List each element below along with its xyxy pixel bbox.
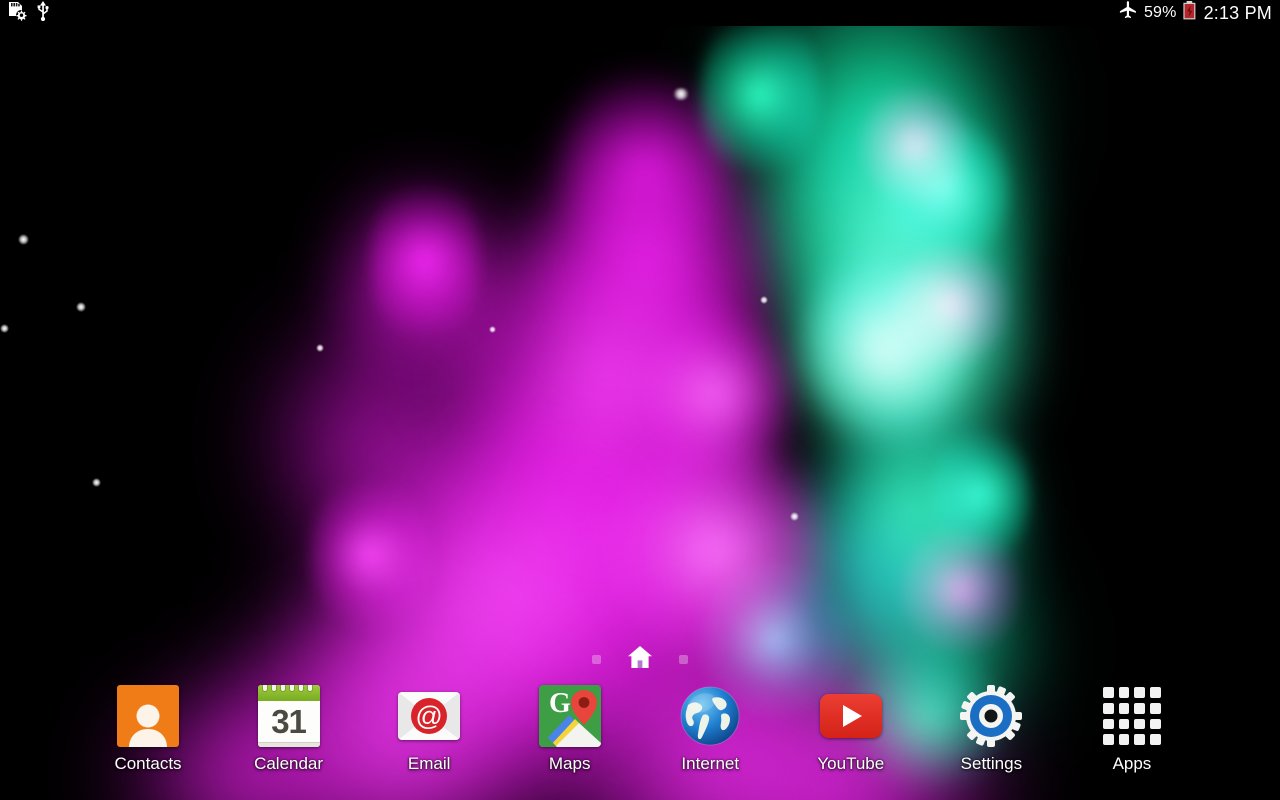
dock-item-settings[interactable]: Settings: [947, 684, 1035, 772]
status-bar-left-icons: [6, 0, 51, 26]
email-icon[interactable]: @: [397, 684, 461, 748]
wallpaper-sparkle: [672, 88, 690, 100]
wallpaper-sparkle: [92, 478, 101, 487]
calendar-day-number: 31: [271, 702, 307, 740]
dock-label-contacts: Contacts: [114, 754, 182, 773]
wallpaper-sparkle: [790, 512, 799, 521]
page-dot-left[interactable]: [592, 654, 601, 664]
dock-item-internet[interactable]: Internet: [666, 684, 754, 772]
airplane-mode-icon: [1117, 0, 1139, 26]
wallpaper[interactable]: [0, 0, 1280, 800]
wallpaper-sparkle: [316, 344, 324, 352]
page-indicator: [0, 645, 1280, 674]
status-bar[interactable]: 59% 2:13 PM: [0, 0, 1280, 26]
apps-grid-icon[interactable]: [1100, 684, 1164, 748]
battery-low-icon: [1182, 1, 1197, 25]
sd-card-settings-icon: [6, 1, 28, 26]
dock-item-apps[interactable]: Apps: [1088, 684, 1176, 772]
dock-label-maps: Maps: [548, 754, 591, 773]
wallpaper-sparkle: [760, 296, 768, 304]
wallpaper-sparkle: [0, 324, 9, 333]
page-dot-right[interactable]: [679, 654, 688, 664]
android-home-screen: 59% 2:13 PM Contacts 31 Calendar @ Email…: [0, 0, 1280, 800]
maps-g-glyph: G: [549, 688, 571, 719]
dock-item-maps[interactable]: G Maps: [526, 684, 614, 772]
youtube-icon[interactable]: [819, 684, 883, 748]
dock-item-email[interactable]: @ Email: [385, 684, 473, 772]
settings-gear-icon[interactable]: [959, 684, 1023, 748]
status-bar-clock: 2:13 PM: [1203, 3, 1272, 23]
wallpaper-sparkle: [76, 302, 86, 312]
wallpaper-sparkle: [18, 234, 29, 245]
dock-item-calendar[interactable]: 31 Calendar: [245, 684, 333, 772]
dock-label-youtube: YouTube: [817, 754, 885, 773]
at-symbol: @: [411, 698, 448, 734]
dock-item-contacts[interactable]: Contacts: [104, 684, 192, 772]
internet-globe-icon[interactable]: [678, 684, 742, 748]
contacts-icon[interactable]: [116, 684, 180, 748]
dock-label-apps: Apps: [1112, 754, 1152, 773]
wallpaper-sparkle: [489, 326, 496, 333]
play-triangle-icon: [843, 705, 863, 727]
dock-label-calendar: Calendar: [254, 754, 324, 773]
usb-icon: [35, 0, 51, 26]
maps-icon[interactable]: G: [538, 684, 602, 748]
dock-label-internet: Internet: [681, 754, 740, 773]
dock-label-settings: Settings: [960, 754, 1023, 773]
status-bar-right: 59% 2:13 PM: [1117, 0, 1272, 26]
battery-percent-label: 59%: [1143, 4, 1177, 21]
dock: Contacts 31 Calendar @ Email G Maps Inte…: [0, 684, 1280, 792]
dock-item-youtube[interactable]: YouTube: [807, 684, 895, 772]
calendar-icon[interactable]: 31: [257, 684, 321, 748]
home-icon[interactable]: [627, 645, 653, 674]
dock-label-email: Email: [407, 754, 451, 773]
